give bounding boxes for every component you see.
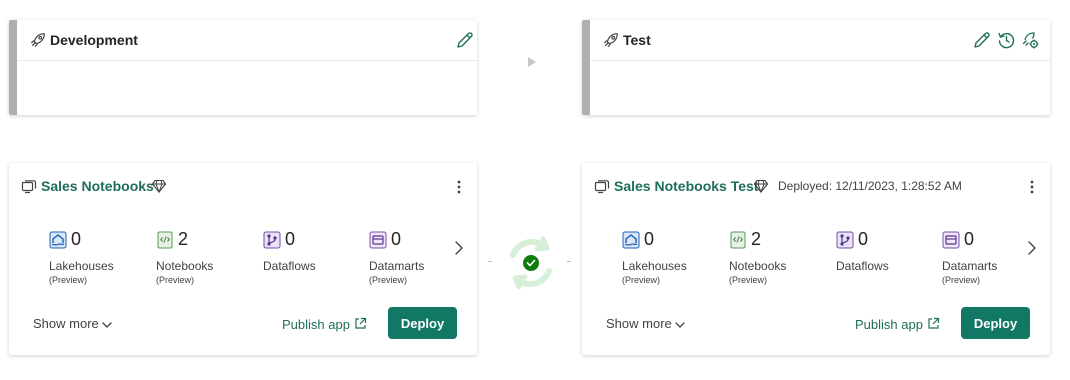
stage-accent-bar	[582, 20, 590, 115]
lakehouse-icon	[622, 231, 640, 249]
item-preview-tag: (Preview)	[942, 275, 981, 285]
lakehouse-icon	[49, 231, 67, 249]
datamart-icon	[942, 231, 960, 249]
more-options-icon[interactable]	[451, 177, 467, 197]
chevron-right-icon[interactable]	[1026, 240, 1038, 256]
sync-status-icon	[510, 236, 552, 290]
connector-dash	[488, 261, 492, 262]
item-label: Dataflows	[836, 259, 889, 273]
stage-header: Test	[590, 20, 1050, 61]
chevron-down-icon	[102, 321, 112, 328]
publish-app-link[interactable]: Publish app	[855, 317, 940, 332]
dataflow-icon	[836, 231, 854, 249]
rocket-icon	[31, 33, 45, 47]
workspace-name-link[interactable]: Sales Notebooks Test	[614, 178, 758, 194]
edit-pencil-icon[interactable]	[455, 30, 475, 50]
dataflow-icon	[263, 231, 281, 249]
show-more-label: Show more	[606, 316, 672, 331]
stage-header: Development	[17, 20, 477, 61]
item-count: 2	[751, 229, 762, 249]
item-label: Datamarts	[369, 259, 425, 273]
workspace-card-test: Sales Notebooks Test Deployed: 12/11/202…	[582, 163, 1050, 355]
item-preview-tag: (Preview)	[369, 275, 408, 285]
item-label: Datamarts	[942, 259, 998, 273]
datamart-icon	[369, 231, 387, 249]
item-count: 0	[964, 229, 975, 249]
item-label: Dataflows	[263, 259, 316, 273]
item-label: Lakehouses	[622, 259, 687, 273]
item-count: 2	[178, 229, 189, 249]
item-notebooks[interactable]: 2 Notebooks (Preview)	[729, 229, 829, 289]
item-notebooks[interactable]: 2 Notebooks (Preview)	[156, 229, 256, 289]
publish-app-label: Publish app	[282, 317, 350, 332]
item-datamarts[interactable]: 0 Datamarts (Preview)	[942, 229, 1042, 289]
item-preview-tag: (Preview)	[156, 275, 195, 285]
item-preview-tag: (Preview)	[729, 275, 768, 285]
external-link-icon	[355, 317, 367, 329]
item-label: Notebooks	[729, 259, 787, 273]
workspace-card-development: Sales Notebooks 0 Lakehouses (Preview) 2…	[9, 163, 477, 355]
deployed-timestamp: Deployed: 12/11/2023, 1:28:52 AM	[778, 179, 962, 193]
stage-title: Test	[623, 32, 651, 48]
show-more-toggle[interactable]: Show more	[606, 316, 686, 331]
item-dataflows[interactable]: 0 Dataflows	[263, 229, 363, 289]
stage-accent-bar	[9, 20, 17, 115]
deploy-button[interactable]: Deploy	[388, 307, 457, 339]
notebook-icon	[157, 231, 173, 249]
item-lakehouses[interactable]: 0 Lakehouses (Preview)	[49, 229, 149, 289]
stage-title: Development	[50, 32, 138, 48]
item-count: 0	[71, 229, 82, 249]
premium-diamond-icon	[151, 179, 167, 194]
item-count: 0	[858, 229, 869, 249]
item-label: Lakehouses	[49, 259, 114, 273]
item-label: Notebooks	[156, 259, 214, 273]
history-icon[interactable]	[996, 30, 1016, 50]
item-count: 0	[644, 229, 655, 249]
item-datamarts[interactable]: 0 Datamarts (Preview)	[369, 229, 469, 289]
stage-card-test: Test	[582, 20, 1050, 115]
workspace-icon	[594, 180, 610, 194]
show-more-label: Show more	[33, 316, 99, 331]
premium-diamond-icon	[753, 179, 769, 194]
publish-app-label: Publish app	[855, 317, 923, 332]
item-count: 0	[285, 229, 296, 249]
stage-arrow-icon	[528, 57, 536, 67]
edit-pencil-icon[interactable]	[972, 30, 992, 50]
stage-card-development: Development	[9, 20, 477, 115]
item-count: 0	[391, 229, 402, 249]
item-preview-tag: (Preview)	[49, 275, 88, 285]
chevron-right-icon[interactable]	[453, 240, 465, 256]
external-link-icon	[928, 317, 940, 329]
notebook-icon	[730, 231, 746, 249]
item-lakehouses[interactable]: 0 Lakehouses (Preview)	[622, 229, 722, 289]
publish-app-link[interactable]: Publish app	[282, 317, 367, 332]
item-preview-tag: (Preview)	[622, 275, 661, 285]
deploy-button[interactable]: Deploy	[961, 307, 1030, 339]
deployment-rules-icon[interactable]	[1020, 30, 1040, 50]
rocket-icon	[604, 33, 618, 47]
workspace-name-link[interactable]: Sales Notebooks	[41, 178, 154, 194]
workspace-icon	[21, 180, 37, 194]
chevron-down-icon	[675, 321, 685, 328]
more-options-icon[interactable]	[1024, 177, 1040, 197]
item-dataflows[interactable]: 0 Dataflows	[836, 229, 936, 289]
connector-dash	[567, 261, 571, 262]
show-more-toggle[interactable]: Show more	[33, 316, 113, 331]
